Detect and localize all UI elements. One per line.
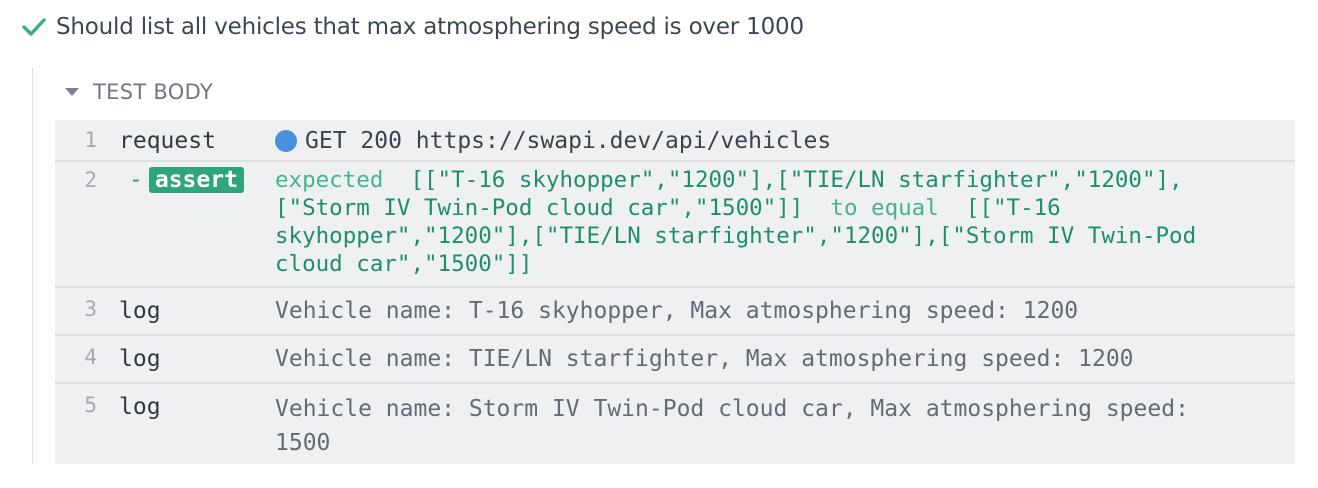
test-title[interactable]: Should list all vehicles that max atmosp… [22,10,804,44]
caret-down-icon [65,88,79,96]
command-row-assert[interactable]: 2 - assert expected [["T-16 skyhopper","… [55,162,1295,288]
command-message: Vehicle name: T-16 skyhopper, Max atmosp… [275,298,1079,324]
command-name: log [119,346,161,372]
command-message: Vehicle name: Storm IV Twin-Pod cloud ca… [275,396,1189,456]
command-name: request [119,128,216,154]
assert-prefix: - [129,167,143,193]
command-row-log[interactable]: 4 log Vehicle name: TIE/LN starfighter, … [55,336,1295,384]
request-text: GET 200 https://swapi.dev/api/vehicles [305,128,832,154]
command-name: log [119,394,161,420]
command-number: 3 [84,297,97,321]
command-number: 4 [84,345,97,369]
command-log: 1 request GET 200 https://swapi.dev/api/… [55,120,1295,464]
test-body-toggle[interactable]: TEST BODY [65,76,213,108]
command-name: - assert [129,167,244,193]
command-message: GET 200 https://swapi.dev/api/vehicles [275,126,1275,156]
command-number: 2 [84,168,97,192]
command-number: 5 [84,393,97,417]
request-status-dot-icon [275,130,297,152]
assert-expected-word: expected [275,167,384,193]
command-row-request[interactable]: 1 request GET 200 https://swapi.dev/api/… [55,120,1295,162]
test-body-label: TEST BODY [93,80,214,104]
assert-message: expected [["T-16 skyhopper","1200"],["TI… [275,166,1275,278]
command-name: log [119,298,161,324]
command-row-log[interactable]: 3 log Vehicle name: T-16 skyhopper, Max … [55,288,1295,336]
check-icon [22,16,46,38]
command-row-log[interactable]: 5 log Vehicle name: Storm IV Twin-Pod cl… [55,384,1295,464]
command-message: Vehicle name: TIE/LN starfighter, Max at… [275,346,1134,372]
test-title-text: Should list all vehicles that max atmosp… [56,14,804,40]
test-body: TEST BODY 1 request GET 200 https://swap… [32,68,1297,464]
assert-to-equal-word: to equal [830,195,939,221]
assert-badge: assert [148,167,244,193]
command-number: 1 [84,128,97,152]
